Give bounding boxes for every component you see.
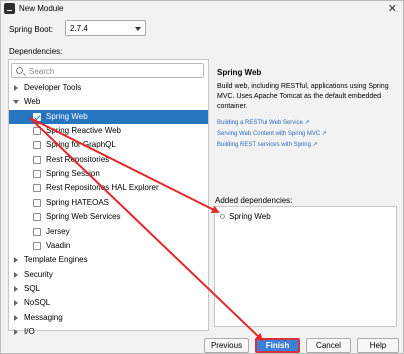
tree-item-spring-for-graphql[interactable]: Spring for GraphQL [9, 138, 208, 152]
dependency-tree: Search Developer Tools Web Spring Web Sprin… [8, 59, 209, 336]
tree-category-i-o[interactable]: I/O [9, 325, 208, 339]
tree-item-vaadin[interactable]: Vaadin [9, 239, 208, 253]
tree-category-messaging[interactable]: Messaging [9, 311, 208, 325]
chevron-down-icon [135, 27, 141, 31]
tree-item-label: Spring HATEOAS [46, 197, 109, 207]
spring-boot-label: Spring Boot: [9, 25, 54, 34]
tree-category-label: Messaging [24, 312, 63, 322]
dependency-checkbox[interactable] [33, 213, 41, 222]
dependencies-label: Dependencies: [9, 47, 63, 56]
previous-button[interactable]: Previous [204, 338, 249, 353]
tree-item-spring-web-services[interactable]: Spring Web Services [9, 210, 208, 224]
tree-item-label: Spring for GraphQL [46, 140, 116, 150]
tree-category-label: Web [24, 97, 41, 107]
detail-title: Spring Web [217, 68, 262, 77]
tree-category-label: I/O [24, 326, 35, 336]
dependency-checkbox[interactable] [33, 141, 41, 150]
tree-item-label: Spring Session [46, 169, 100, 179]
cancel-button[interactable]: Cancel [306, 338, 351, 353]
guide-link-restful[interactable]: Building a RESTful Web Service ↗ [217, 119, 310, 126]
tree-item-spring-web[interactable]: Spring Web [9, 109, 208, 124]
tree-category-label: SQL [24, 283, 41, 293]
tree-item-jersey[interactable]: Jersey [9, 225, 208, 239]
added-dependency-label: Spring Web [229, 212, 271, 221]
tree-item-label: Spring Web [46, 111, 88, 121]
added-dependencies-list: Spring Web [214, 206, 397, 327]
guide-link-rest-services[interactable]: Building REST services with Spring ↗ [217, 141, 318, 148]
chevron-right-icon[interactable] [13, 328, 19, 335]
search-placeholder: Search [29, 67, 55, 76]
search-icon [16, 67, 23, 74]
finish-button[interactable]: Finish [255, 338, 300, 353]
dependency-checkbox[interactable] [33, 155, 41, 164]
chevron-right-icon[interactable] [13, 300, 19, 307]
chevron-right-icon[interactable] [13, 257, 19, 264]
spring-boot-version-value: 2.7.4 [70, 24, 88, 33]
tree-category-label: Developer Tools [24, 83, 82, 92]
tree-category-developer-tools[interactable]: Developer Tools [9, 81, 208, 95]
title-bar: New Module ✕ [1, 1, 403, 17]
dependency-checkbox[interactable] [33, 170, 41, 179]
new-module-dialog: New Module ✕ Spring Boot: 2.7.4 Dependen… [0, 0, 404, 354]
tree-item-label: Vaadin [46, 240, 71, 250]
tree-category-web[interactable]: Web [9, 95, 208, 109]
help-button[interactable]: Help [357, 338, 399, 353]
added-dependency-item[interactable]: Spring Web [220, 212, 271, 221]
tree-item-rest-repositories-hal-explorer[interactable]: Rest Repositories HAL Explorer [9, 181, 208, 195]
chevron-right-icon[interactable] [13, 271, 19, 278]
tree-category-label: NoSQL [24, 298, 51, 308]
guide-link-web-content[interactable]: Serving Web Content with Spring MVC ↗ [217, 130, 327, 137]
tree-item-label: Rest Repositories HAL Explorer [46, 183, 159, 193]
dependency-checkbox[interactable] [33, 241, 41, 250]
tree-category-template-engines[interactable]: Template Engines [9, 253, 208, 267]
tree-item-label: Spring Web Services [46, 212, 121, 222]
spring-boot-version-select[interactable]: 2.7.4 [65, 20, 146, 36]
tree-category-label: Security [24, 269, 53, 279]
tree-item-label: Rest Repositories [46, 154, 110, 164]
tree-item-label: Spring Reactive Web [46, 126, 121, 136]
close-icon[interactable]: ✕ [388, 2, 397, 16]
detail-description: Build web, including RESTful, applicatio… [217, 83, 389, 110]
tree-item-spring-reactive-web[interactable]: Spring Reactive Web [9, 124, 208, 138]
tree-category-security[interactable]: Security [9, 268, 208, 282]
chevron-right-icon[interactable] [13, 285, 19, 292]
dependency-checkbox[interactable] [33, 112, 41, 121]
tree-category-nosql[interactable]: NoSQL [9, 296, 208, 310]
window-title: New Module [19, 4, 64, 13]
tree-item-spring-session[interactable]: Spring Session [9, 167, 208, 181]
tree-item-rest-repositories[interactable]: Rest Repositories [9, 153, 208, 167]
dependency-checkbox[interactable] [33, 127, 41, 136]
chevron-right-icon[interactable] [13, 314, 19, 321]
intellij-app-icon [4, 3, 15, 14]
search-input[interactable]: Search [11, 63, 204, 78]
tree-category-label: Template Engines [24, 255, 88, 265]
dependency-checkbox[interactable] [33, 198, 41, 207]
chevron-down-icon[interactable] [13, 99, 19, 105]
dependency-checkbox[interactable] [33, 184, 41, 193]
dependency-checkbox[interactable] [33, 227, 41, 236]
added-dependencies-label: Added dependencies: [215, 196, 293, 205]
tree-item-spring-hateoas[interactable]: Spring HATEOAS [9, 196, 208, 210]
chevron-right-icon[interactable] [13, 85, 19, 91]
remove-dependency-icon[interactable] [220, 214, 225, 219]
tree-category-sql[interactable]: SQL [9, 282, 208, 296]
tree-item-label: Jersey [46, 226, 70, 236]
